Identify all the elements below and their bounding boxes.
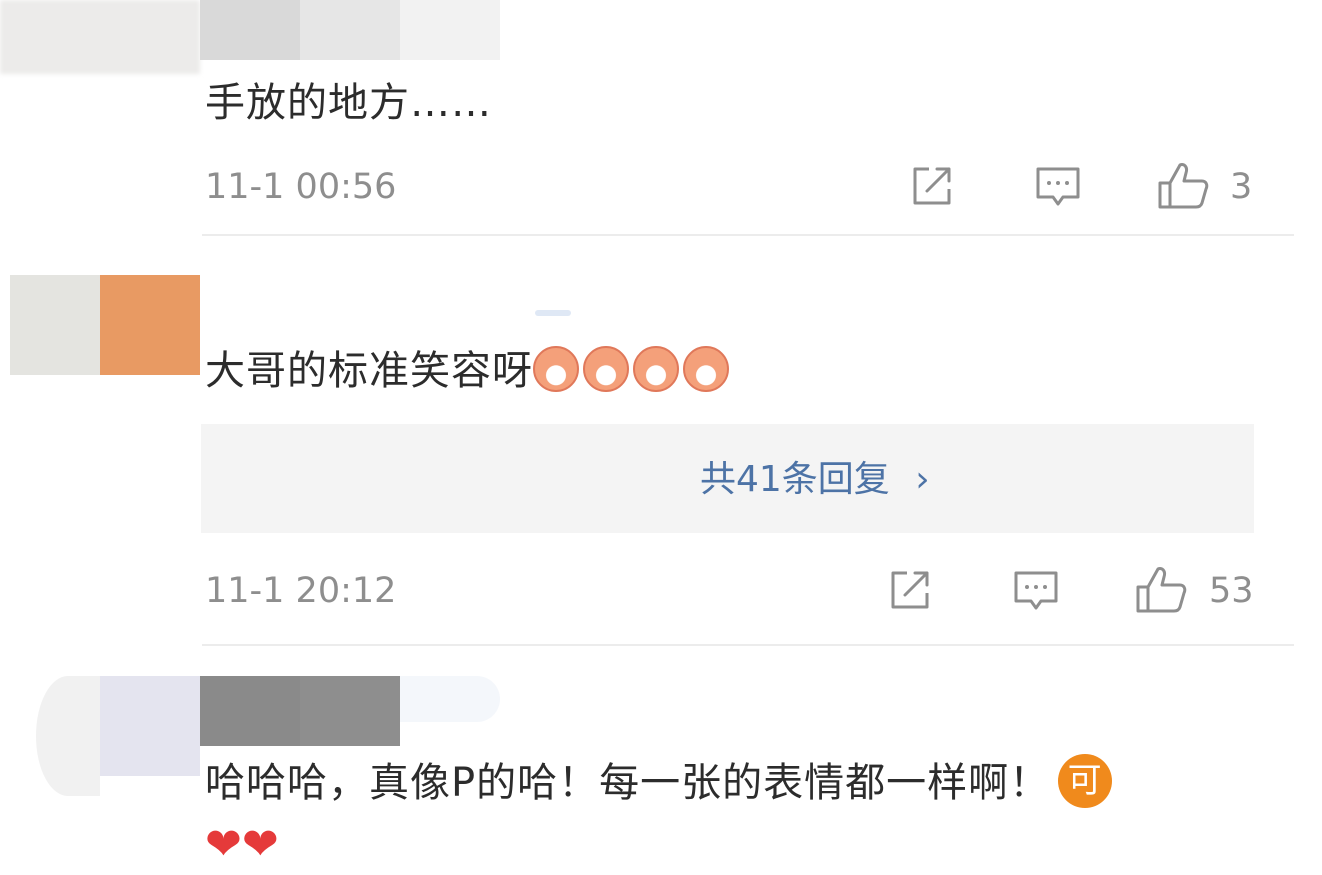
avatar-censor — [36, 676, 100, 796]
thumbs-up-icon[interactable] — [1156, 159, 1210, 213]
comment-icon[interactable] — [1033, 161, 1083, 211]
laughing-face-icon — [533, 346, 579, 392]
divider — [202, 644, 1294, 646]
avatar-censor — [0, 0, 200, 74]
share-icon[interactable] — [885, 565, 935, 615]
comment-icon[interactable] — [1011, 565, 1061, 615]
username-censor — [535, 310, 571, 316]
avatar-censor-2 — [100, 676, 200, 776]
replies-label: 共41条回复 — [700, 459, 890, 500]
like-count: 53 — [1209, 571, 1254, 611]
comment-text: 手放的地方…… — [205, 80, 492, 126]
heart-icon: ❤❤ — [205, 819, 279, 870]
comment-time: 11-1 20:12 — [205, 571, 397, 611]
comment-text: 哈哈哈，真像P的哈！每一张的表情都一样啊！可 — [205, 754, 1113, 812]
username-censor — [200, 676, 300, 746]
view-replies-link[interactable]: 共41条回复 › — [700, 460, 930, 500]
comment-text: 大哥的标准笑容呀 — [205, 346, 733, 396]
username-censor-3 — [400, 676, 500, 722]
avatar-censor-2 — [100, 275, 200, 375]
laughing-face-icon — [633, 346, 679, 392]
username-censor-3 — [400, 0, 500, 60]
comment-text-body: 大哥的标准笑容呀 — [205, 348, 533, 394]
like-count: 3 — [1230, 167, 1253, 207]
username-censor-2 — [300, 676, 400, 746]
avatar-censor — [10, 275, 100, 375]
share-icon[interactable] — [907, 161, 957, 211]
comment-time: 11-1 00:56 — [205, 167, 397, 207]
username-censor-2 — [300, 0, 400, 60]
comment-text-body: 哈哈哈，真像P的哈！每一张的表情都一样啊！ — [205, 760, 1051, 806]
username-censor — [200, 0, 300, 60]
ke-badge-icon: 可 — [1058, 754, 1113, 808]
laughing-face-icon — [583, 346, 629, 392]
divider — [202, 234, 1294, 236]
thumbs-up-icon[interactable] — [1134, 563, 1188, 617]
chevron-right-icon: › — [915, 459, 930, 500]
laughing-face-icon — [683, 346, 729, 392]
